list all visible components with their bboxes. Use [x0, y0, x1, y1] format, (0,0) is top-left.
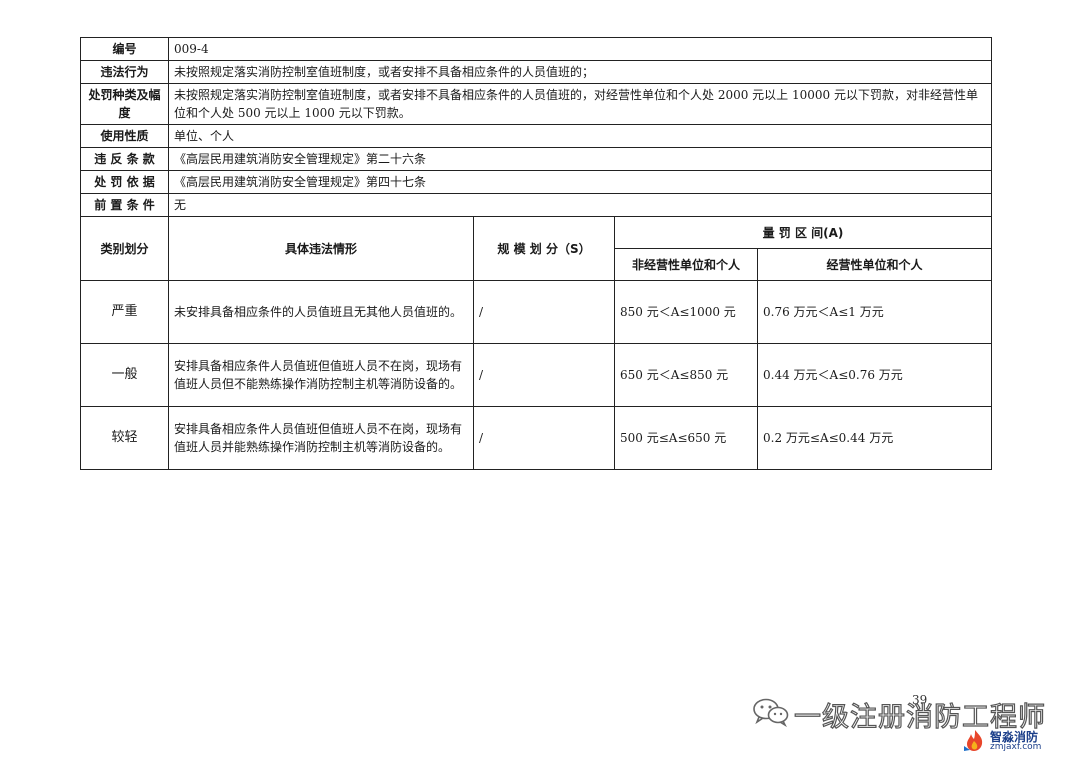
- situation-cell: 未安排具备相应条件的人员值班且无其他人员值班的。: [168, 280, 474, 344]
- brand-url: zmjaxf.com: [990, 742, 1042, 752]
- value-violation: 未按照规定落实消防控制室值班制度，或者安排不具备相应条件的人员值班的；: [167, 60, 993, 84]
- label-violation: 违法行为: [80, 60, 169, 84]
- scale-cell: /: [473, 280, 615, 344]
- penalty-table: 编号 009-4 违法行为 未按照规定落实消防控制室值班制度，或者安排不具备相应…: [80, 37, 993, 470]
- value-id: 009-4: [167, 37, 993, 61]
- non-commercial-cell: 650 元＜A≤850 元: [614, 343, 758, 407]
- wechat-icon: [752, 697, 790, 731]
- value-penalty-type: 未按照规定落实消防控制室值班制度，或者安排不具备相应条件的人员值班的，对经营性单…: [167, 83, 993, 125]
- value-violated-clause: 《高层民用建筑消防安全管理规定》第二十六条: [167, 147, 993, 171]
- row-violated-clause: 违 反 条 款 《高层民用建筑消防安全管理规定》第二十六条: [80, 147, 993, 171]
- table-row: 较轻 安排具备相应条件人员值班但值班人员不在岗，现场有值班人员并能熟练操作消防控…: [80, 406, 993, 470]
- label-id: 编号: [80, 37, 169, 61]
- non-commercial-cell: 850 元＜A≤1000 元: [614, 280, 758, 344]
- brand-logo: 智淼消防 zmjaxf.com: [962, 728, 1062, 754]
- flame-logo-icon: [962, 728, 988, 756]
- header-non-commercial: 非经营性单位和个人: [614, 248, 758, 281]
- row-id: 编号 009-4: [80, 37, 993, 61]
- header-commercial: 经营性单位和个人: [756, 248, 993, 281]
- header-row-top: 类别划分 具体违法情形 规 模 划 分（S） 量 罚 区 间(A): [80, 216, 993, 281]
- label-violated-clause: 违 反 条 款: [80, 147, 169, 171]
- commercial-cell: 0.44 万元＜A≤0.76 万元: [756, 343, 993, 407]
- label-penalty-type: 处罚种类及幅度: [80, 83, 169, 125]
- table-row: 严重 未安排具备相应条件的人员值班且无其他人员值班的。 / 850 元＜A≤10…: [80, 280, 993, 344]
- value-penalty-basis: 《高层民用建筑消防安全管理规定》第四十七条: [167, 170, 993, 194]
- label-precondition: 前 置 条 件: [80, 193, 169, 217]
- scale-cell: /: [473, 406, 615, 470]
- row-violation: 违法行为 未按照规定落实消防控制室值班制度，或者安排不具备相应条件的人员值班的；: [80, 60, 993, 84]
- scale-cell: /: [473, 343, 615, 407]
- non-commercial-cell: 500 元≤A≤650 元: [614, 406, 758, 470]
- label-usage: 使用性质: [80, 124, 169, 148]
- row-precondition: 前 置 条 件 无: [80, 193, 993, 217]
- situation-cell: 安排具备相应条件人员值班但值班人员不在岗，现场有值班人员但不能熟练操作消防控制主…: [168, 343, 474, 407]
- row-penalty-type: 处罚种类及幅度 未按照规定落实消防控制室值班制度，或者安排不具备相应条件的人员值…: [80, 83, 993, 125]
- table-row: 一般 安排具备相应条件人员值班但值班人员不在岗，现场有值班人员但不能熟练操作消防…: [80, 343, 993, 407]
- category-cell: 一般: [80, 343, 169, 407]
- category-cell: 较轻: [80, 406, 169, 470]
- row-usage: 使用性质 单位、个人: [80, 124, 993, 148]
- header-penalty-range: 量 罚 区 间(A): [613, 216, 993, 249]
- situation-cell: 安排具备相应条件人员值班但值班人员不在岗，现场有值班人员并能熟练操作消防控制主机…: [168, 406, 474, 470]
- header-situation: 具体违法情形: [168, 216, 474, 281]
- commercial-cell: 0.76 万元＜A≤1 万元: [756, 280, 993, 344]
- header-scale: 规 模 划 分（S）: [473, 216, 615, 281]
- row-penalty-basis: 处 罚 依 据 《高层民用建筑消防安全管理规定》第四十七条: [80, 170, 993, 194]
- commercial-cell: 0.2 万元≤A≤0.44 万元: [756, 406, 993, 470]
- value-precondition: 无: [167, 193, 993, 217]
- category-cell: 严重: [80, 280, 169, 344]
- value-usage: 单位、个人: [167, 124, 993, 148]
- label-penalty-basis: 处 罚 依 据: [80, 170, 169, 194]
- header-category: 类别划分: [80, 216, 169, 281]
